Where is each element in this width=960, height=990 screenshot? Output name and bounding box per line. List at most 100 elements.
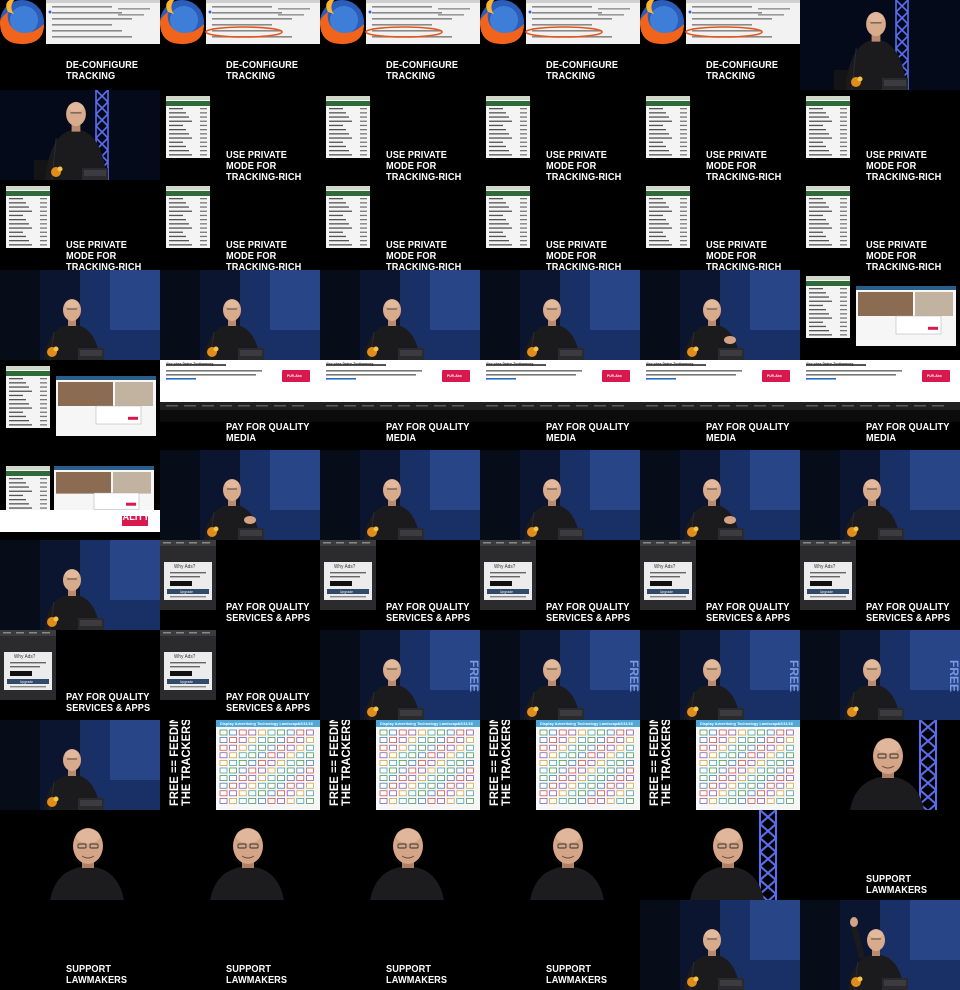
slide-caption: SUPPORT LAWMAKERS — [386, 964, 448, 986]
slide-caption: SUPPORT LAWMAKERS — [226, 964, 288, 986]
speaker-frame-image — [480, 450, 640, 540]
speaker-frame-image — [160, 450, 320, 540]
video-frame-thumbnail: SUPPORT LAWMAKERS — [160, 900, 320, 990]
slide-caption: USE PRIVATE MODE FOR TRACKING-RICH MEDIA — [546, 150, 622, 180]
slide-caption: SUPPORT LAWMAKERS — [546, 964, 608, 986]
video-frame-thumbnail — [800, 450, 960, 540]
speaker-frame-image — [640, 900, 800, 990]
video-frame-thumbnail: FREE — [320, 630, 480, 720]
slide-caption: PAY FOR QUALITY SERVICES & APPS — [546, 602, 631, 624]
video-frame-thumbnail: PAY FOR QUALITY SERVICES & APPS Why Ads? U… — [480, 540, 640, 630]
slide-caption: PAY FOR QUALITY MEDIA — [866, 422, 950, 444]
speaker-frame-image — [320, 450, 480, 540]
web-popup-button: PUR-Abo — [767, 374, 782, 378]
video-frame-thumbnail: FREE — [480, 630, 640, 720]
speaker-frame-image: FREE — [800, 630, 960, 720]
slide-caption: PAY FOR QUALITY MEDIA — [706, 422, 790, 444]
video-frame-thumbnail: DE-CONFIGURE TRACKING — [640, 0, 800, 90]
video-frame-thumbnail: FREE — [800, 630, 960, 720]
web-popup-title: Abo ohne Daten-Zustimmung — [486, 362, 534, 366]
landscape-chart-title: Display Advertising Technology Landscape — [220, 721, 300, 726]
video-frame-thumbnail: USE PRIVATE MODE FOR TRACKING-RICH MEDIA — [480, 180, 640, 270]
slide-caption: THE TRACKERS — [339, 720, 353, 806]
slide-caption: USE PRIVATE MODE FOR TRACKING-RICH MEDIA — [706, 240, 782, 270]
speaker-frame-image — [0, 90, 160, 180]
slide-caption: PAY FOR QUALITY SERVICES & APPS — [226, 692, 311, 714]
speaker-frame-image: FREE — [320, 630, 480, 720]
ads-dialog-button: Upgrade — [180, 680, 194, 684]
slide-caption: USE PRIVATE MODE FOR TRACKING-RICH MEDIA — [66, 240, 142, 270]
video-frame-thumbnail — [0, 540, 160, 630]
video-frame-thumbnail — [320, 450, 480, 540]
slide-frame-image — [0, 360, 160, 450]
slide-caption: SUPPORT LAWMAKERS — [66, 964, 128, 986]
video-frame-thumbnail — [0, 90, 160, 180]
video-frame-thumbnail: PAY FOR QUALITY SERVICES & APPS Why Ads? U… — [160, 630, 320, 720]
slide-caption: USE PRIVATE MODE FOR TRACKING-RICH MEDIA — [866, 150, 942, 180]
ads-dialog-button: Upgrade — [660, 590, 674, 594]
video-frame-thumbnail: DE-CONFIGURE TRACKING — [480, 0, 640, 90]
speaker-frame-image: FREE — [640, 630, 800, 720]
video-frame-thumbnail: USE PRIVATE MODE FOR TRACKING-RICH MEDIA — [160, 180, 320, 270]
speaker-frame-image — [640, 810, 800, 900]
speaker-frame-image — [160, 270, 320, 360]
video-frame-thumbnail — [160, 270, 320, 360]
slide-frame-image — [800, 270, 960, 360]
ads-dialog-button: Upgrade — [340, 590, 354, 594]
video-frame-thumbnail: SUPPORT LAWMAKERS — [320, 900, 480, 990]
slide-caption: PAY FOR QUALITY SERVICES & APPS — [386, 602, 471, 624]
ads-dialog-heading: Why Ads? — [654, 564, 676, 570]
slide-caption: DE-CONFIGURE TRACKING — [546, 60, 619, 82]
video-frame-thumbnail: PAY FOR QUALITY MEDIA Abo ohne Daten-Zust… — [640, 360, 800, 450]
slide-caption: THE TRACKERS — [179, 720, 193, 806]
slide-caption: PAY FOR QUALITY SERVICES & APPS — [866, 602, 951, 624]
video-frame-thumbnail: SUPPORT LAWMAKERS — [480, 900, 640, 990]
video-frame-thumbnail: USE PRIVATE MODE FOR TRACKING-RICH MEDIA — [320, 90, 480, 180]
video-frame-thumbnail — [160, 450, 320, 540]
slide-caption: SUPPORT LAWMAKERS — [866, 874, 928, 896]
video-frame-thumbnail: FREE — [640, 630, 800, 720]
video-frame-thumbnail: PAY FOR QUALITY MEDIA Abo ohne Daten-Zust… — [160, 360, 320, 450]
landscape-chart-title: Display Advertising Technology Landscape — [700, 721, 780, 726]
video-frame-thumbnail — [0, 270, 160, 360]
video-frame-thumbnail: PAY FOR QUALITY SERVICES & APPS Why Ads? U… — [160, 540, 320, 630]
video-frame-thumbnail — [640, 810, 800, 900]
speaker-frame-image — [0, 810, 160, 900]
video-frame-thumbnail: FREE == FEEDING THE TRACKERS Display Adver… — [320, 720, 480, 810]
speaker-frame-image — [320, 810, 480, 900]
landscape-chart-date: 12/31/16 — [778, 721, 794, 726]
ads-dialog-heading: Why Ads? — [14, 654, 36, 660]
speaker-frame-image — [480, 270, 640, 360]
speaker-frame-image — [800, 450, 960, 540]
video-frame-thumbnail: USE PRIVATE MODE FOR TRACKING-RICH MEDIA — [0, 180, 160, 270]
ads-dialog-heading: Why Ads? — [174, 654, 196, 660]
video-frame-thumbnail: PAY FOR QUALITY MEDIA — [0, 450, 160, 540]
landscape-chart-title: Display Advertising Technology Landscape — [380, 721, 460, 726]
slide-caption: USE PRIVATE MODE FOR TRACKING-RICH MEDIA — [386, 150, 462, 180]
video-frame-thumbnail — [320, 270, 480, 360]
svg-text:FREE: FREE — [947, 660, 960, 692]
speaker-frame-image — [800, 0, 960, 90]
landscape-chart-date: 12/31/16 — [618, 721, 634, 726]
speaker-frame-image — [0, 720, 160, 810]
video-frame-thumbnail — [640, 900, 800, 990]
contact-sheet-grid: DE-CONFIGURE TRACKING DE-CONFIGURE TRACKI… — [0, 0, 960, 990]
speaker-frame-image — [320, 270, 480, 360]
speaker-frame-image — [640, 450, 800, 540]
video-frame-thumbnail: PAY FOR QUALITY SERVICES & APPS Why Ads? U… — [640, 540, 800, 630]
speaker-frame-image: FREE — [480, 630, 640, 720]
speaker-frame-image — [480, 810, 640, 900]
slide-caption: PAY FOR QUALITY MEDIA — [546, 422, 630, 444]
video-frame-thumbnail — [480, 810, 640, 900]
video-frame-thumbnail: FREE == FEEDING THE TRACKERS Display Adver… — [160, 720, 320, 810]
video-frame-thumbnail: PAY FOR QUALITY MEDIA Abo ohne Daten-Zust… — [800, 360, 960, 450]
video-frame-thumbnail: FREE == FEEDING THE TRACKERS Display Adver… — [640, 720, 800, 810]
video-frame-thumbnail — [0, 810, 160, 900]
ads-dialog-heading: Why Ads? — [814, 564, 836, 570]
landscape-chart-title: Display Advertising Technology Landscape — [540, 721, 620, 726]
video-frame-thumbnail: USE PRIVATE MODE FOR TRACKING-RICH MEDIA — [800, 90, 960, 180]
video-frame-thumbnail: USE PRIVATE MODE FOR TRACKING-RICH MEDIA — [480, 90, 640, 180]
slide-caption: THE TRACKERS — [499, 720, 513, 806]
video-frame-thumbnail: PAY FOR QUALITY SERVICES & APPS Why Ads? U… — [800, 540, 960, 630]
ads-dialog-heading: Why Ads? — [494, 564, 516, 570]
